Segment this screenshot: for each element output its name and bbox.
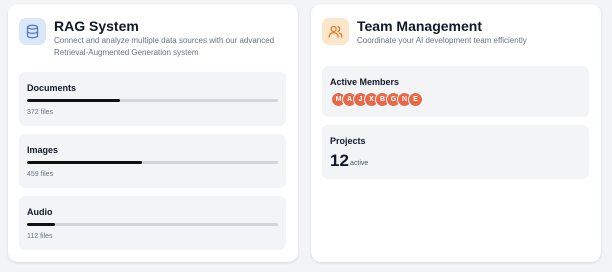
avatar[interactable]: E — [408, 92, 423, 107]
projects-status: active — [350, 160, 369, 167]
users-icon — [328, 25, 343, 38]
source-progress-track — [27, 99, 278, 102]
source-panel-images[interactable]: Images 459 files — [19, 134, 286, 188]
source-file-count: 459 files — [27, 171, 54, 178]
source-progress-fill — [27, 161, 143, 164]
team-title: Team Management — [357, 18, 482, 34]
source-label: Images — [27, 145, 59, 155]
source-progress-track — [27, 223, 278, 226]
source-label: Audio — [27, 207, 53, 217]
source-file-count: 112 files — [27, 233, 53, 240]
active-members-panel: Active Members M A J X B G N E — [322, 66, 589, 117]
projects-label: Projects — [330, 136, 366, 146]
source-progress-fill — [27, 99, 120, 102]
rag-description: Connect and analyze multiple data source… — [54, 36, 275, 57]
source-file-count: 372 files — [27, 109, 54, 116]
database-icon-box — [19, 18, 46, 45]
source-progress-fill — [27, 223, 55, 226]
projects-count: 12 — [330, 151, 349, 170]
users-icon-box — [322, 18, 349, 45]
source-panel-audio[interactable]: Audio 112 files — [19, 196, 286, 250]
projects-panel: Projects 12 active — [322, 125, 589, 179]
database-icon — [26, 24, 39, 39]
source-panel-documents[interactable]: Documents 372 files — [19, 72, 286, 126]
rag-title: RAG System — [54, 18, 139, 34]
member-avatar-list: M A J X B G N E — [331, 92, 423, 107]
source-label: Documents — [27, 83, 77, 93]
team-management-card: Team Management Coordinate your AI devel… — [311, 4, 601, 262]
source-progress-track — [27, 161, 278, 164]
active-members-label: Active Members — [330, 77, 400, 87]
rag-system-card: RAG System Connect and analyze multiple … — [8, 4, 298, 262]
team-description: Coordinate your AI development team effi… — [357, 36, 527, 45]
